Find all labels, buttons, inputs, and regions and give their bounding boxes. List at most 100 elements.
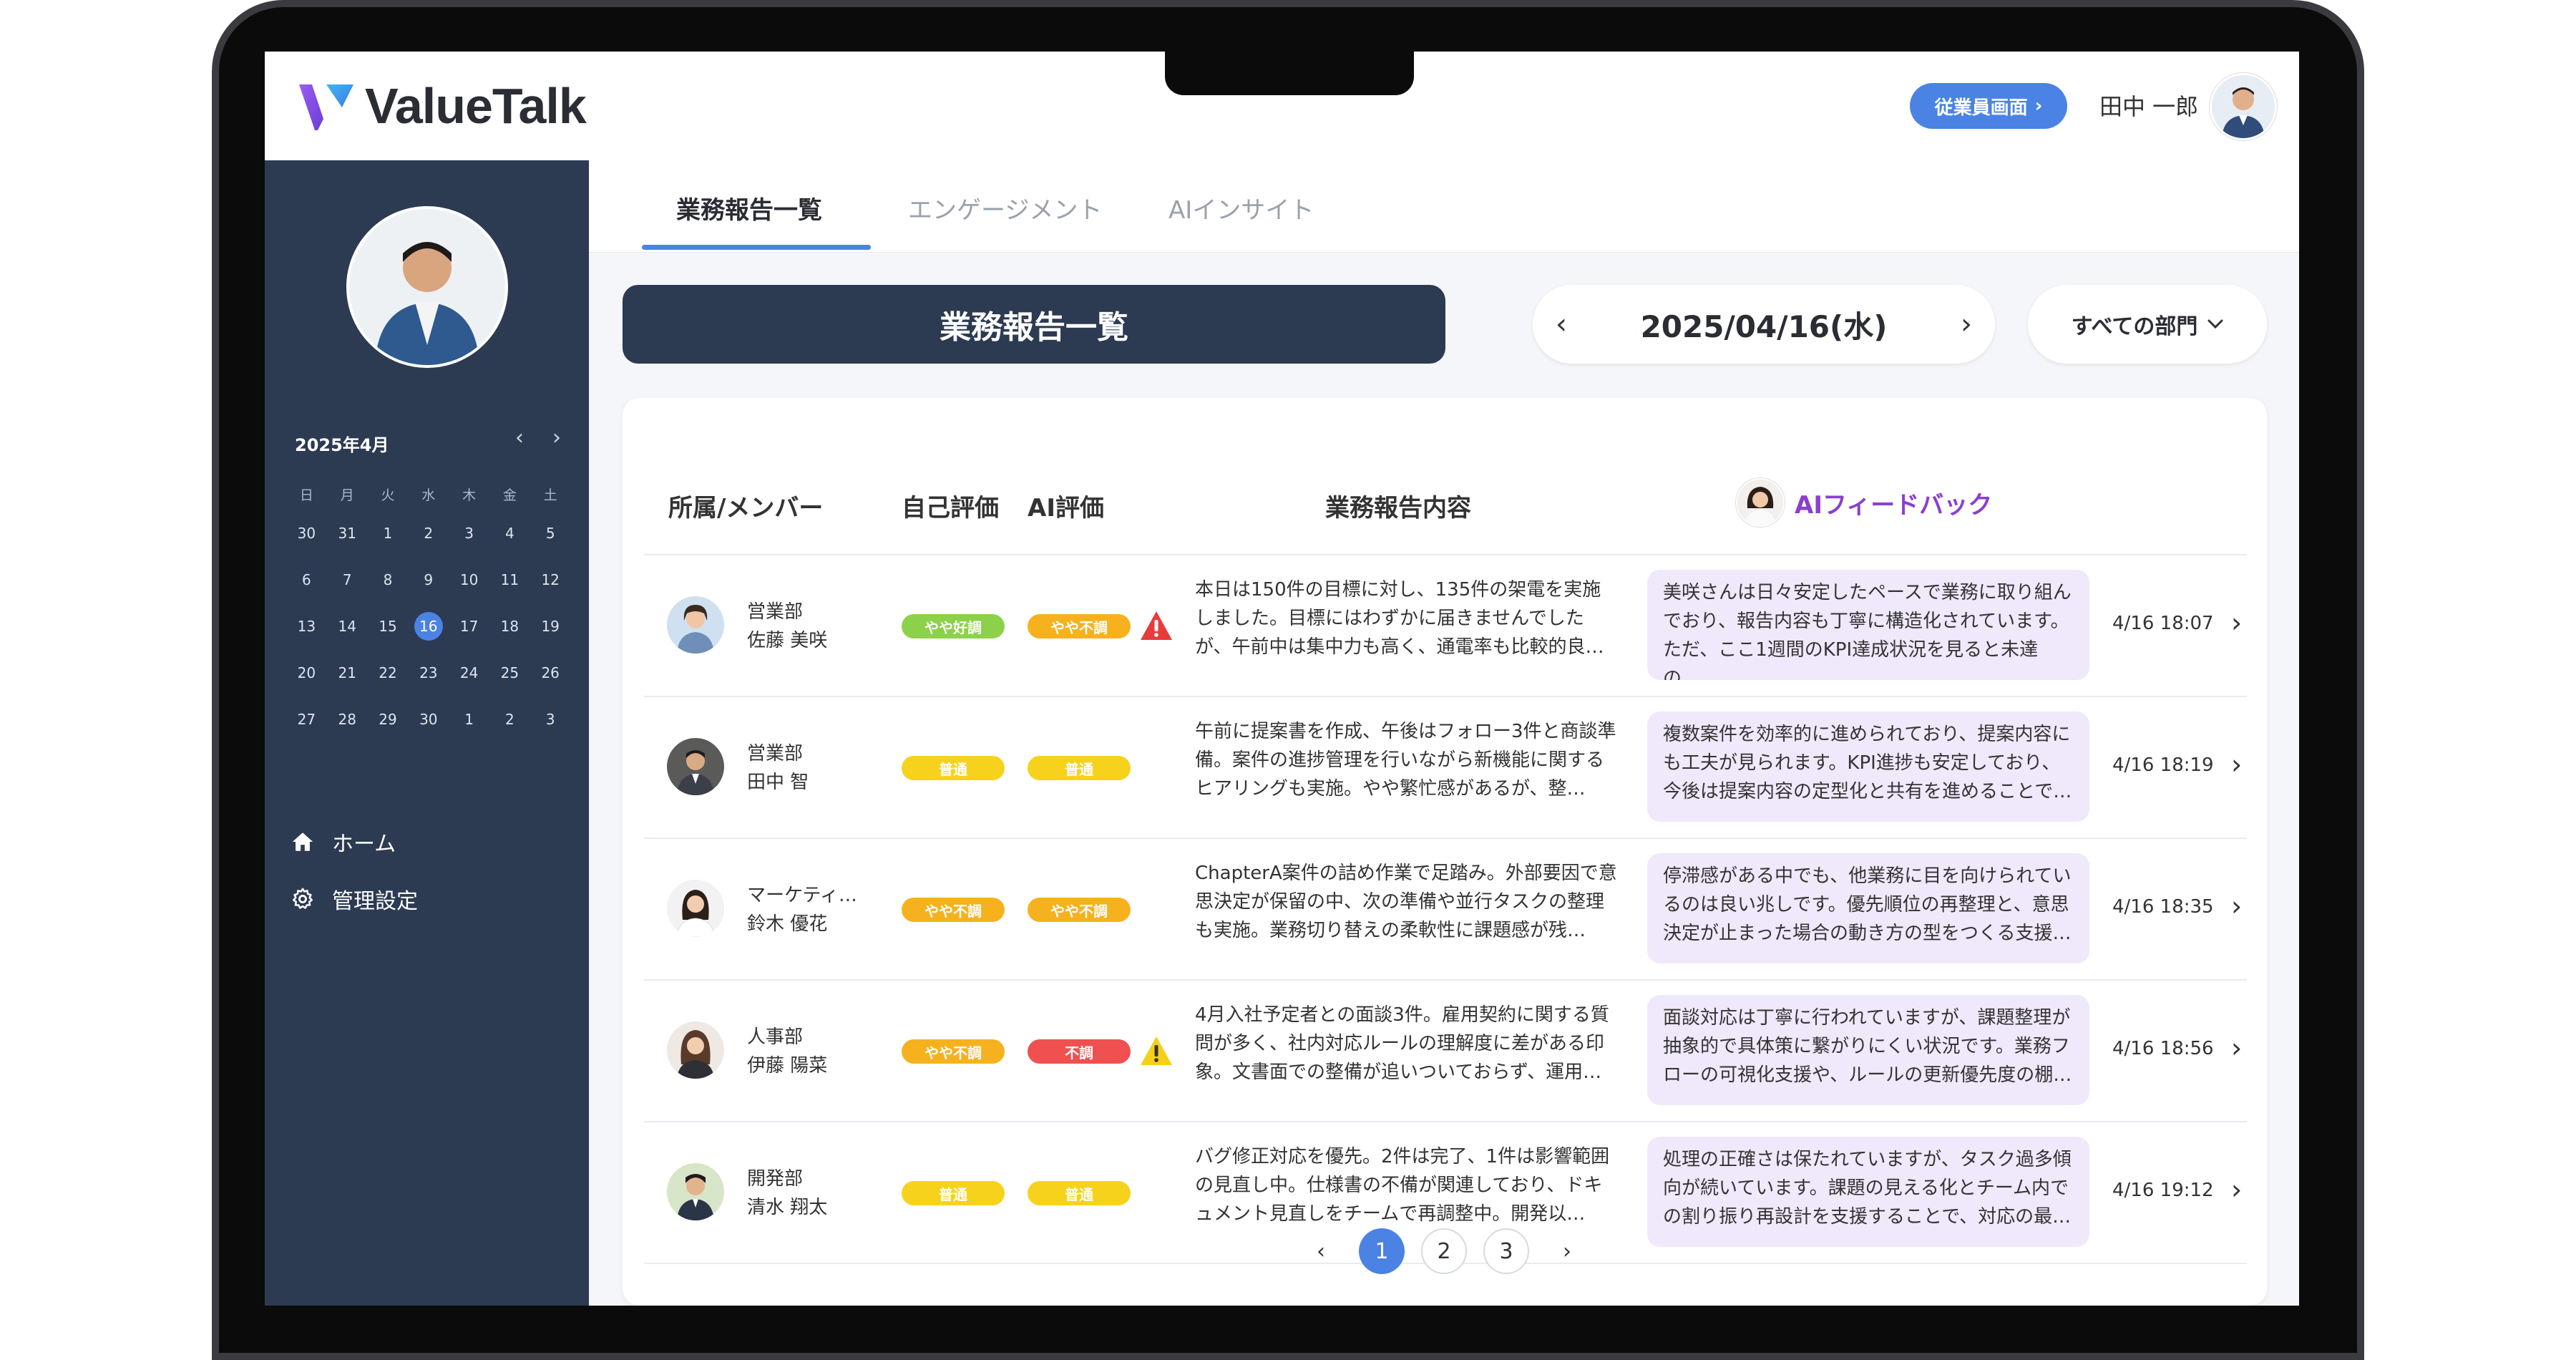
calendar-day[interactable]: 3	[449, 525, 489, 542]
page-button[interactable]: 2	[1421, 1228, 1467, 1274]
calendar-day[interactable]: 23	[408, 664, 449, 681]
brand-name: ValueTalk	[365, 78, 587, 134]
chevron-down-icon	[2207, 319, 2223, 329]
calendar-day[interactable]: 30	[408, 711, 449, 728]
calendar-week: 20 21 22 23 24 25 26	[286, 649, 571, 696]
menu-label: 管理設定	[332, 889, 418, 914]
calendar-day[interactable]: 2	[408, 525, 449, 542]
calendar-day[interactable]: 19	[530, 618, 571, 635]
page-prev-icon[interactable]: ‹	[1298, 1228, 1344, 1274]
ai-eval-badge: やや不調	[1028, 614, 1131, 638]
report-summary: 午前に提案書を作成、午後はフォロー3件と商談準備。案件の進捗管理を行いながら新機…	[1195, 721, 1616, 800]
calendar-day[interactable]: 27	[286, 711, 327, 728]
chevron-right-icon[interactable]: ›	[2231, 1174, 2242, 1205]
calendar-day[interactable]: 4	[489, 525, 530, 542]
calendar-prev-icon[interactable]: ‹	[515, 425, 524, 450]
column-header-ai-feedback: AIフィードバック	[1736, 478, 1992, 527]
tab-reports[interactable]: 業務報告一覧	[676, 190, 822, 225]
calendar-day[interactable]: 6	[286, 571, 327, 588]
member-avatar	[667, 1021, 724, 1079]
calendar-day[interactable]: 1	[449, 711, 489, 728]
calendar-day[interactable]: 25	[489, 664, 530, 681]
calendar-day[interactable]: 30	[286, 525, 327, 542]
table-row[interactable]: マーケティ… 鈴木 優花 やや不調 やや不調 ChapterA案件の詰め作業で足…	[623, 837, 2267, 979]
calendar-day[interactable]: 3	[530, 711, 571, 728]
chevron-right-icon[interactable]: ›	[2231, 607, 2242, 638]
calendar-week: 13 14 15 16 17 18 19	[286, 603, 571, 649]
member-department: 人事部	[747, 1026, 804, 1048]
ai-feedback-text: 処理の正確さは保たれていますが、タスク過多傾向が続いています。課題の見える化とチ…	[1647, 1137, 2089, 1247]
calendar-day[interactable]: 29	[368, 711, 409, 728]
sidebar: 2025年4月 ‹ › 日 月 火 水 木 金 土 30 31 1 2 3 4 …	[265, 160, 589, 1306]
self-eval-badge: 普通	[902, 756, 1005, 780]
page-button[interactable]: 3	[1483, 1228, 1529, 1274]
calendar-day[interactable]: 21	[327, 664, 368, 681]
app-screen: ValueTalk 従業員画面 › 田中 一郎 2025年4月 ‹ › 日 月 …	[265, 52, 2299, 1306]
calendar-weekdays: 日 月 火 水 木 金 土	[286, 478, 571, 510]
calendar-day[interactable]: 31	[327, 525, 368, 542]
page-next-icon[interactable]: ›	[1544, 1228, 1590, 1274]
department-filter[interactable]: すべての部門	[2028, 285, 2267, 364]
page-title: 業務報告一覧	[623, 285, 1445, 364]
calendar-day[interactable]: 5	[530, 525, 571, 542]
member-name: 佐藤 美咲	[747, 630, 828, 651]
employee-view-button[interactable]: 従業員画面 ›	[1910, 83, 2067, 129]
calendar-day[interactable]: 9	[408, 571, 449, 588]
ai-eval-badge: やや不調	[1028, 898, 1131, 922]
chevron-right-icon[interactable]: ›	[2231, 1032, 2242, 1064]
calendar-day[interactable]: 10	[449, 571, 489, 588]
calendar-day[interactable]: 12	[530, 571, 571, 588]
ai-assistant-avatar	[1736, 478, 1785, 527]
calendar-day[interactable]: 11	[489, 571, 530, 588]
calendar-day[interactable]: 18	[489, 618, 530, 635]
member-department: マーケティ…	[747, 885, 857, 906]
calendar-day[interactable]: 14	[327, 618, 368, 635]
home-icon	[292, 832, 313, 851]
menu-item-home[interactable]: ホーム	[291, 826, 396, 858]
calendar-day[interactable]: 24	[449, 664, 489, 681]
calendar-day[interactable]: 7	[327, 571, 368, 588]
calendar-day-selected[interactable]: 16	[408, 611, 449, 641]
calendar-day[interactable]: 28	[327, 711, 368, 728]
profile-avatar[interactable]	[346, 206, 508, 368]
person-icon	[667, 1021, 724, 1079]
calendar-day[interactable]: 22	[368, 664, 409, 681]
calendar-day[interactable]: 26	[530, 664, 571, 681]
person-icon	[667, 880, 724, 937]
weekday-label: 木	[462, 487, 477, 503]
calendar-day[interactable]: 17	[449, 618, 489, 635]
user-avatar[interactable]	[2210, 73, 2277, 140]
calendar-next-icon[interactable]: ›	[552, 425, 561, 450]
column-header-self-eval: 自己評価	[902, 494, 999, 523]
table-row[interactable]: 人事部 伊藤 陽菜 やや不調 不調 4月入社予定者との面談3件。雇用契約に関する…	[623, 979, 2267, 1121]
member-name: 鈴木 優花	[747, 913, 828, 935]
calendar-day[interactable]: 8	[368, 571, 409, 588]
chevron-right-icon[interactable]: ›	[2231, 890, 2242, 922]
column-header-report: 業務報告内容	[1325, 494, 1471, 523]
logo[interactable]: ValueTalk	[296, 77, 587, 135]
person-icon	[667, 596, 724, 654]
calendar-day[interactable]: 15	[368, 618, 409, 635]
calendar-day[interactable]: 2	[489, 711, 530, 728]
table-row[interactable]: 営業部 田中 智 普通 普通 午前に提案書を作成、午後はフォロー3件と商談準備。…	[623, 696, 2267, 837]
report-summary: 4月入社予定者との面談3件。雇用契約に関する質問が多く、社内対応ルールの理解度に…	[1195, 1004, 1609, 1083]
member-name: 清水 翔太	[747, 1197, 828, 1218]
column-header-ai-eval: AI評価	[1028, 494, 1104, 523]
calendar-day[interactable]: 1	[368, 525, 409, 542]
date-prev-icon[interactable]: ‹	[1556, 308, 1567, 341]
tab-ai-insight[interactable]: AIインサイト	[1169, 190, 1314, 225]
calendar-day[interactable]: 20	[286, 664, 327, 681]
ai-feedback-text: 美咲さんは日々安定したペースで業務に取り組んでおり、報告内容も丁寧に構造化されて…	[1647, 570, 2089, 680]
report-summary: 本日は150件の目標に対し、135件の架電を実施しました。目標にはわずかに届きま…	[1195, 579, 1604, 658]
menu-item-settings[interactable]: 管理設定	[291, 883, 418, 915]
alert-yellow-icon	[1141, 1036, 1172, 1065]
page-button[interactable]: 1	[1359, 1228, 1405, 1274]
tab-engagement[interactable]: エンゲージメント	[908, 190, 1102, 225]
chevron-right-icon[interactable]: ›	[2231, 749, 2242, 780]
submitted-time: 4/16 18:56	[2112, 1038, 2214, 1059]
calendar-day[interactable]: 13	[286, 618, 327, 635]
date-next-icon[interactable]: ›	[1961, 308, 1972, 341]
member-name: 田中 智	[747, 772, 809, 793]
table-row[interactable]: 営業部 佐藤 美咲 やや好調 やや不調 本日は150件の目標に対し、135件の架…	[623, 554, 2267, 696]
current-date[interactable]: 2025/04/16(水)	[1641, 303, 1888, 346]
